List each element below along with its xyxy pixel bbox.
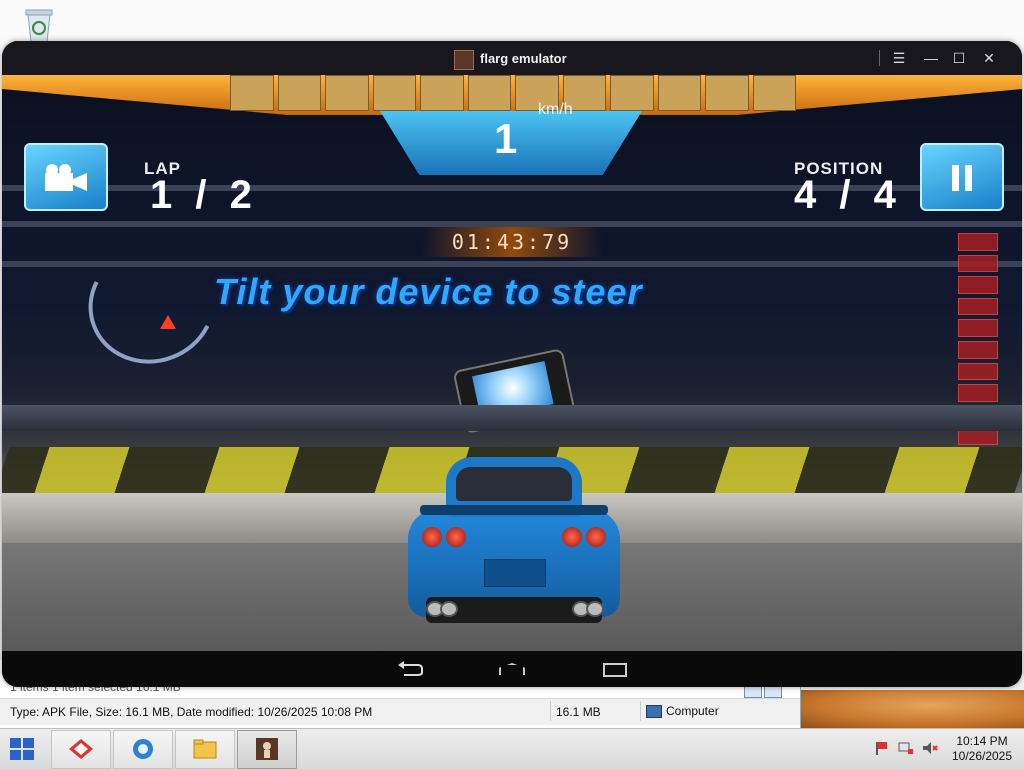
system-clock[interactable]: 10:14 PM 10/26/2025: [946, 734, 1018, 764]
emulator-taskbar-item[interactable]: [237, 730, 297, 769]
race-timer: 01:43:79: [422, 227, 602, 257]
hud-top-segments: [230, 75, 796, 111]
clock-time: 10:14 PM: [956, 734, 1008, 748]
folder-icon: [193, 739, 217, 759]
camera-button[interactable]: [24, 143, 108, 211]
status-file-info: Type: APK File, Size: 16.1 MB, Date modi…: [10, 705, 373, 719]
flarg-app-icon: [69, 739, 93, 759]
position-value: 4 / 4: [794, 173, 902, 217]
browser-taskbar-item[interactable]: [113, 730, 173, 769]
minimize-button[interactable]: —: [919, 47, 943, 69]
pause-button[interactable]: [920, 143, 1004, 211]
video-camera-icon: [43, 160, 89, 193]
lap-value: 1 / 2: [150, 173, 258, 217]
desktop-wallpaper-detail: [790, 690, 1024, 728]
status-divider: [640, 701, 641, 721]
status-divider: [550, 701, 551, 721]
menu-button[interactable]: ☰: [887, 47, 911, 69]
tilt-instruction-banner: Tilt your device to steer: [214, 271, 643, 312]
home-icon[interactable]: [499, 663, 525, 675]
close-button[interactable]: ✕: [977, 47, 1001, 69]
clock-date: 10/26/2025: [951, 749, 1013, 763]
network-icon[interactable]: [898, 741, 914, 755]
steering-arc-indicator: [71, 226, 233, 382]
emulator-title-bar[interactable]: flarg emulator ☰ — ☐ ✕: [2, 41, 1022, 75]
explorer-status-bar: Type: APK File, Size: 16.1 MB, Date modi…: [0, 698, 800, 725]
windows-taskbar: 10:14 PM 10/26/2025: [0, 728, 1024, 769]
status-file-size: 16.1 MB: [556, 705, 601, 719]
flarg-emulator-icon: [256, 738, 278, 760]
status-location: Computer: [646, 704, 719, 719]
computer-icon: [646, 705, 662, 719]
maximize-button[interactable]: ☐: [947, 47, 971, 69]
recycle-bin-icon[interactable]: [22, 6, 56, 44]
player-car: [408, 457, 620, 637]
emulator-window: flarg emulator ☰ — ☐ ✕ km/h 1 LAP 1 / 2 …: [2, 41, 1022, 687]
start-button[interactable]: [10, 738, 36, 762]
back-icon[interactable]: [396, 659, 424, 677]
action-center-flag-icon[interactable]: [874, 741, 890, 755]
volume-muted-icon[interactable]: [922, 741, 938, 755]
speed-unit: km/h: [538, 101, 573, 118]
steering-arrow-icon: [160, 315, 176, 329]
speed-value: 1: [494, 115, 520, 162]
status-location-label: Computer: [666, 704, 719, 718]
file-explorer-taskbar-item[interactable]: [175, 730, 235, 769]
android-nav-bar: [2, 651, 1022, 687]
recent-apps-icon[interactable]: [603, 663, 627, 677]
game-screen[interactable]: km/h 1 LAP 1 / 2 POSITION 4 / 4 01:43:79: [2, 75, 1022, 651]
flarg-app-icon: [454, 50, 474, 70]
browser-icon: [133, 739, 153, 759]
title-divider: [879, 50, 880, 66]
track-wall: [2, 405, 1022, 431]
pause-icon: [949, 160, 975, 193]
flarg-taskbar-item[interactable]: [51, 730, 111, 769]
window-title: flarg emulator: [480, 51, 567, 66]
